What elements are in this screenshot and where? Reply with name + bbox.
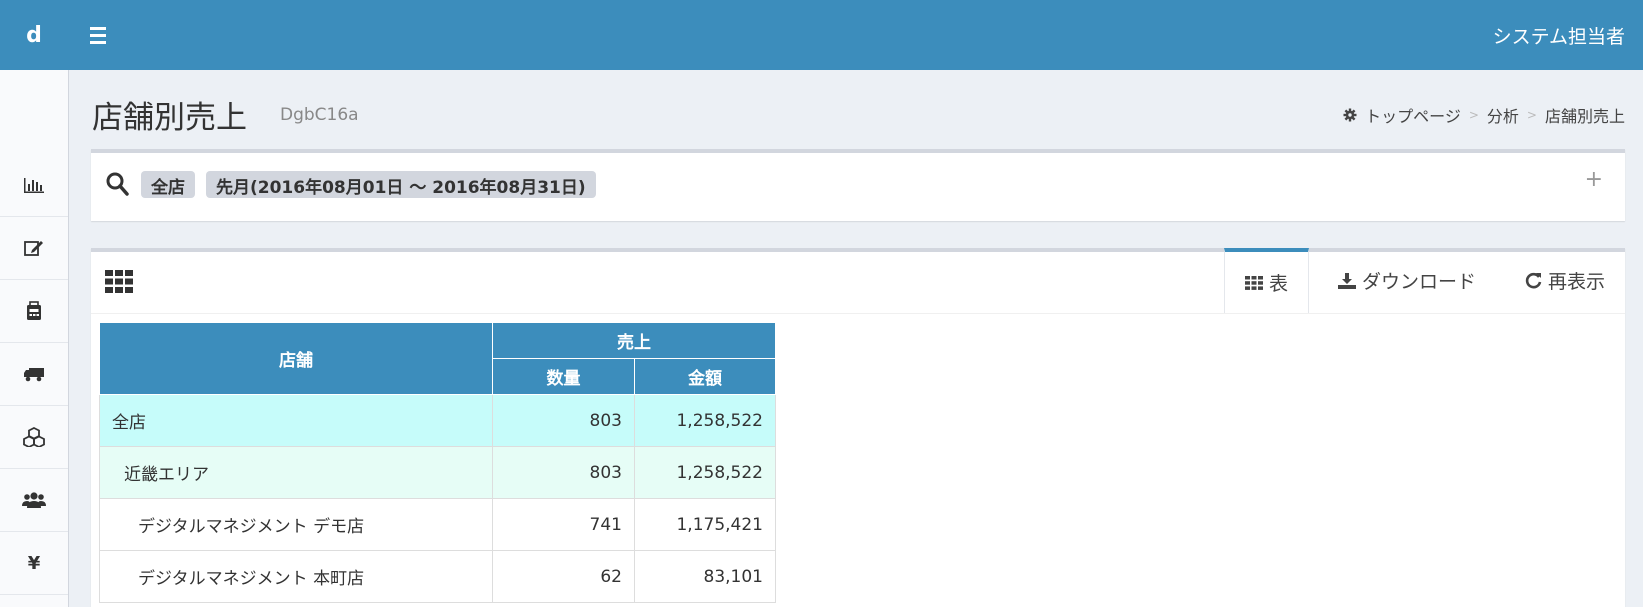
sidebar-item-delivery[interactable]: [0, 343, 68, 406]
store-name-cell: 近畿エリア: [99, 446, 493, 499]
sidebar: ¥: [0, 70, 69, 607]
breadcrumb-home-link[interactable]: トップページ: [1365, 103, 1461, 127]
sidebar-item-finance[interactable]: ¥: [0, 532, 68, 595]
top-navbar: d システム担当者: [0, 0, 1643, 70]
tab-download[interactable]: ダウンロード: [1309, 248, 1504, 313]
amount-cell: 83,101: [634, 550, 776, 603]
store-name-cell: デジタルマネジメント 本町店: [99, 550, 493, 603]
tab-table[interactable]: 表: [1223, 248, 1309, 313]
sidebar-item-users[interactable]: [0, 469, 68, 532]
quantity-cell: 741: [492, 498, 635, 551]
calculator-icon: [27, 301, 41, 320]
grid-icon: [105, 270, 133, 293]
yen-icon: ¥: [27, 552, 41, 574]
table-row[interactable]: デジタルマネジメント デモ店 741 1,175,421: [99, 498, 776, 551]
amount-cell: 1,258,522: [634, 446, 776, 499]
breadcrumb-separator: >: [1526, 108, 1537, 122]
sidebar-item-analysis[interactable]: [0, 154, 68, 217]
breadcrumb-separator: >: [1468, 108, 1479, 122]
tab-divider: [91, 313, 1625, 314]
quantity-cell: 62: [492, 550, 635, 603]
quantity-cell: 803: [492, 446, 635, 499]
header-store[interactable]: 店舗: [99, 322, 493, 395]
edit-icon: [24, 241, 43, 256]
quantity-cell: 803: [492, 394, 635, 447]
filter-tag-store[interactable]: 全店: [141, 171, 195, 198]
tab-table-label: 表: [1268, 273, 1288, 295]
page-subtitle: DgbC16a: [280, 105, 359, 125]
header-quantity[interactable]: 数量: [492, 358, 635, 395]
store-name-cell: デジタルマネジメント デモ店: [99, 498, 493, 551]
result-panel: 表 ダウンロード 再表示 店舗 売上 数量 金額 全店 803 1,258,52…: [91, 248, 1625, 607]
sidebar-item-edit[interactable]: [0, 217, 68, 280]
view-tabs: 表 ダウンロード 再表示: [1223, 248, 1625, 313]
user-menu[interactable]: システム担当者: [1493, 22, 1625, 49]
sidebar-item-products[interactable]: [0, 406, 68, 469]
tab-refresh[interactable]: 再表示: [1504, 248, 1625, 313]
table-row[interactable]: デジタルマネジメント 本町店 62 83,101: [99, 550, 776, 603]
page-title: 店舗別売上: [92, 100, 247, 136]
tab-download-label: ダウンロード: [1361, 271, 1476, 293]
sales-table: 店舗 売上 数量 金額 全店 803 1,258,522 近畿エリア 803 1…: [99, 322, 776, 603]
table-row[interactable]: 近畿エリア 803 1,258,522: [99, 446, 776, 499]
expand-search-icon[interactable]: +: [1585, 167, 1603, 192]
header-amount[interactable]: 金額: [634, 358, 776, 395]
gear-icon: [1343, 108, 1357, 122]
search-condition-panel: 全店 先月(2016年08月01日 ～ 2016年08月31日) +: [91, 149, 1625, 221]
filter-tag-period[interactable]: 先月(2016年08月01日 ～ 2016年08月31日): [206, 171, 596, 198]
cubes-icon: [23, 427, 45, 447]
tab-refresh-label: 再表示: [1547, 271, 1605, 293]
menu-toggle-icon[interactable]: [84, 22, 112, 48]
table-icon: [1244, 275, 1263, 290]
breadcrumb-current: 店舗別売上: [1544, 107, 1625, 126]
truck-icon: [24, 368, 44, 382]
bar-chart-icon: [24, 178, 44, 193]
breadcrumb: トップページ > 分析 > 店舗別売上: [1343, 103, 1625, 127]
download-icon: [1337, 272, 1356, 289]
store-name-cell: 全店: [99, 394, 493, 447]
amount-cell: 1,175,421: [634, 498, 776, 551]
app-logo[interactable]: d: [0, 0, 68, 70]
sidebar-item-calculator[interactable]: [0, 280, 68, 343]
refresh-icon: [1525, 272, 1542, 289]
breadcrumb-analysis-link[interactable]: 分析: [1487, 103, 1519, 127]
table-row[interactable]: 全店 803 1,258,522: [99, 394, 776, 447]
search-icon[interactable]: [105, 171, 129, 197]
users-icon: [22, 492, 46, 508]
amount-cell: 1,258,522: [634, 394, 776, 447]
header-sales: 売上: [492, 322, 776, 359]
